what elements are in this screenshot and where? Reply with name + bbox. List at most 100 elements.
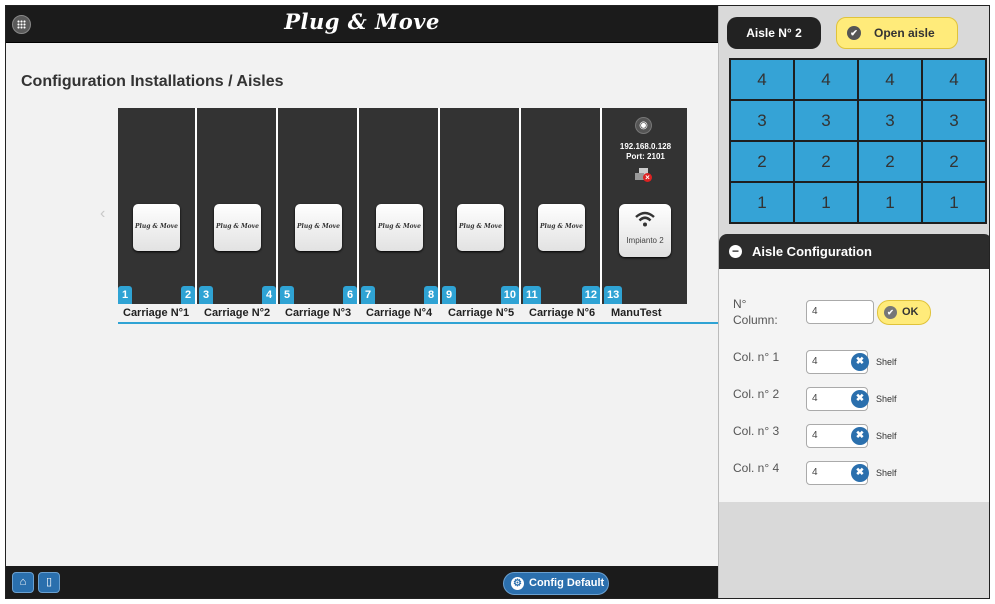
- carriage-label: Carriage N°5: [448, 307, 515, 319]
- carriage-start-badge: 3: [199, 286, 213, 304]
- carriage-label: Carriage N°2: [204, 307, 271, 319]
- carriage-logo-text: Plug & Move: [459, 223, 502, 230]
- carriage-logo-card[interactable]: Plug & Move: [538, 204, 585, 251]
- carriage-4[interactable]: Plug & Move 7 8: [361, 108, 440, 304]
- column-count-input[interactable]: 4: [806, 300, 874, 324]
- gear-icon: ⚙: [511, 577, 524, 590]
- shelf-cell[interactable]: 3: [795, 101, 857, 140]
- shelf-cell[interactable]: 2: [795, 142, 857, 181]
- ok-button[interactable]: ✔ OK: [877, 300, 931, 325]
- shelf-cell[interactable]: 1: [859, 183, 921, 222]
- carriage-end-badge: 10: [500, 286, 519, 304]
- shelf-label: Shelf: [876, 357, 897, 367]
- top-bar: Plug & Move: [6, 6, 718, 43]
- column-4-label: Col. n° 4: [733, 461, 780, 475]
- carriage-end-badge: 4: [262, 286, 276, 304]
- device-address: 192.168.0.128 Port: 2101: [604, 142, 687, 162]
- aisle-configuration-section: − Aisle Configuration N° Column: 4 ✔ OK …: [719, 234, 989, 502]
- ip-address: 192.168.0.128: [619, 142, 672, 151]
- shelf-cell[interactable]: 1: [923, 183, 985, 222]
- app-frame: Plug & Move Configuration Installations …: [5, 5, 990, 599]
- open-aisle-label: Open aisle: [874, 26, 935, 40]
- carriage-start-badge: 7: [361, 286, 375, 304]
- carousel-prev-icon[interactable]: ‹: [100, 205, 105, 223]
- aisle-configuration-header[interactable]: − Aisle Configuration: [719, 234, 989, 269]
- shelf-cell[interactable]: 1: [795, 183, 857, 222]
- shelf-cell[interactable]: 4: [923, 60, 985, 99]
- carriage-logo-text: Plug & Move: [135, 223, 178, 230]
- carriage-1[interactable]: Plug & Move 1 2: [118, 108, 197, 304]
- column-3-label: Col. n° 3: [733, 424, 780, 438]
- column-1-label: Col. n° 1: [733, 350, 780, 364]
- shelf-cell[interactable]: 2: [923, 142, 985, 181]
- bottom-bar: [6, 566, 718, 598]
- wifi-status-icon: ◉: [635, 117, 652, 134]
- carriage-logo-card[interactable]: Plug & Move: [214, 204, 261, 251]
- carriage-label: Carriage N°3: [285, 307, 352, 319]
- shelf-cell[interactable]: 4: [795, 60, 857, 99]
- aisle-select-button[interactable]: Aisle N° 2: [727, 17, 821, 49]
- home-icon: ⌂: [19, 576, 27, 588]
- shelf-cell[interactable]: 4: [859, 60, 921, 99]
- check-icon: ✔: [884, 306, 897, 319]
- app-title: Plug & Move: [284, 9, 440, 34]
- device-badge: 13: [604, 286, 623, 304]
- carriage-3[interactable]: Plug & Move 5 6: [280, 108, 359, 304]
- shelf-label: Shelf: [876, 394, 897, 404]
- document-button[interactable]: ▯: [38, 572, 60, 593]
- home-button[interactable]: ⌂: [12, 572, 34, 593]
- carriage-logo-card[interactable]: Plug & Move: [457, 204, 504, 251]
- config-default-button[interactable]: ⚙ Config Default: [503, 572, 609, 595]
- carriage-logo-card[interactable]: Plug & Move: [133, 204, 180, 251]
- aisle-shelf-grid: 4 4 4 4 3 3 3 3 2 2 2 2 1 1 1 1: [729, 58, 987, 224]
- carriage-label: Carriage N°6: [529, 307, 596, 319]
- document-icon: ▯: [45, 576, 53, 588]
- clear-column-1-button[interactable]: ✖: [851, 353, 869, 371]
- carriage-logo-text: Plug & Move: [216, 223, 259, 230]
- carriage-logo-text: Plug & Move: [540, 223, 583, 230]
- manutest-device[interactable]: ◉ 192.168.0.128 Port: 2101 × Impianto 2 …: [604, 108, 687, 304]
- carriage-end-badge: 2: [181, 286, 195, 304]
- carriage-logo-card[interactable]: Plug & Move: [295, 204, 342, 251]
- carriage-logo-card[interactable]: Plug & Move: [376, 204, 423, 251]
- shelf-label: Shelf: [876, 468, 897, 478]
- device-wifi-card[interactable]: Impianto 2: [619, 204, 671, 257]
- carriage-logo-text: Plug & Move: [297, 223, 340, 230]
- carriage-start-badge: 5: [280, 286, 294, 304]
- carriage-2[interactable]: Plug & Move 3 4: [199, 108, 278, 304]
- clear-column-3-button[interactable]: ✖: [851, 427, 869, 445]
- open-aisle-button[interactable]: ✔ Open aisle: [836, 17, 958, 49]
- page-title: Configuration Installations / Aisles: [21, 73, 284, 90]
- shelf-cell[interactable]: 3: [859, 101, 921, 140]
- ok-label: OK: [902, 306, 919, 318]
- aisle-configuration-title: Aisle Configuration: [752, 244, 872, 259]
- carriage-start-badge: 11: [523, 286, 541, 304]
- shelf-label: Shelf: [876, 431, 897, 441]
- carriage-start-badge: 1: [118, 286, 132, 304]
- wifi-icon: [619, 210, 671, 232]
- carriage-6[interactable]: Plug & Move 11 12: [523, 108, 602, 304]
- column-count-label: N° Column:: [733, 297, 778, 327]
- carriage-end-badge: 6: [343, 286, 357, 304]
- check-icon: ✔: [847, 26, 861, 40]
- shelf-cell[interactable]: 4: [731, 60, 793, 99]
- carriage-label: ManuTest: [611, 307, 662, 319]
- shelf-cell[interactable]: 1: [731, 183, 793, 222]
- carriage-end-badge: 8: [424, 286, 438, 304]
- carriage-start-badge: 9: [442, 286, 456, 304]
- carriage-label: Carriage N°1: [123, 307, 190, 319]
- clear-column-4-button[interactable]: ✖: [851, 464, 869, 482]
- carriage-logo-text: Plug & Move: [378, 223, 421, 230]
- carousel-underline: [118, 322, 722, 324]
- shelf-cell[interactable]: 2: [859, 142, 921, 181]
- carriage-5[interactable]: Plug & Move 9 10: [442, 108, 521, 304]
- carriage-end-badge: 12: [581, 286, 600, 304]
- port-number: Port: 2101: [626, 152, 665, 161]
- shelf-cell[interactable]: 3: [923, 101, 985, 140]
- column-2-label: Col. n° 2: [733, 387, 780, 401]
- clear-column-2-button[interactable]: ✖: [851, 390, 869, 408]
- network-disconnected-icon: ×: [635, 168, 652, 182]
- device-name: Impianto 2: [626, 236, 664, 245]
- shelf-cell[interactable]: 3: [731, 101, 793, 140]
- shelf-cell[interactable]: 2: [731, 142, 793, 181]
